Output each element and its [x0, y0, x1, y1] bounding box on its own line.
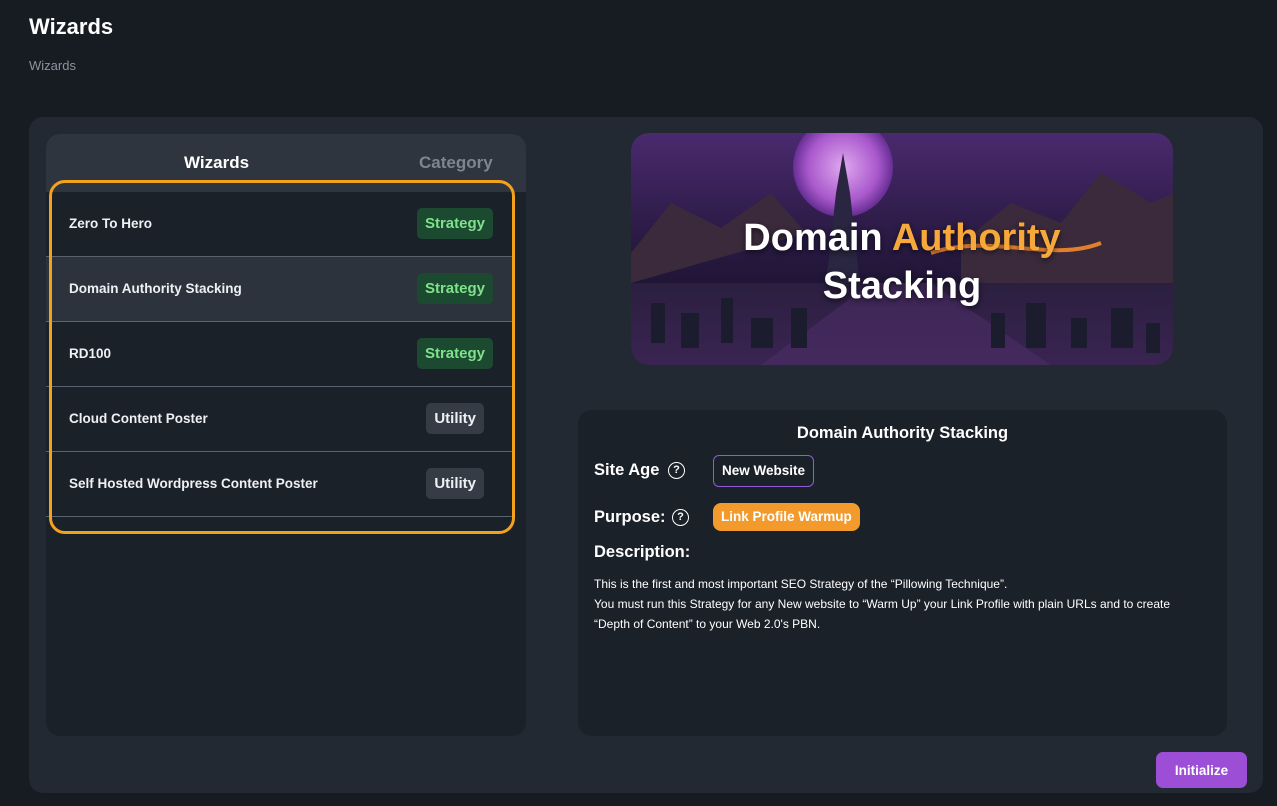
description-label: Description: — [594, 543, 691, 561]
banner-title-accent: Authority — [891, 217, 1061, 259]
wizard-name: Domain Authority Stacking — [69, 281, 242, 296]
wizard-row-self-hosted-wordpress-content-poster[interactable]: Self Hosted Wordpress Content Poster Uti… — [46, 452, 514, 517]
category-badge-utility: Utility — [426, 403, 484, 434]
category-badge-strategy: Strategy — [416, 208, 493, 239]
category-badge-utility: Utility — [426, 468, 484, 499]
wizard-name: Cloud Content Poster — [69, 411, 208, 426]
column-header-category[interactable]: Category — [419, 153, 493, 173]
wizard-row-rd100[interactable]: RD100 Strategy — [46, 322, 514, 387]
wizard-name: Self Hosted Wordpress Content Poster — [69, 476, 318, 491]
category-badge-strategy: Strategy — [416, 273, 493, 304]
description-line: This is the first and most important SEO… — [594, 577, 1008, 591]
description-line: “Depth of Content” to your Web 2.0's PBN… — [594, 617, 821, 631]
description-line: You must run this Strategy for any New w… — [594, 597, 1171, 611]
wizard-detail-card: Domain Authority Stacking Site Age ? New… — [578, 410, 1227, 736]
detail-title: Domain Authority Stacking — [796, 424, 1009, 442]
purpose-value-badge: Link Profile Warmup — [713, 503, 860, 531]
description-text: This is the first and most important SEO… — [594, 574, 1214, 634]
site-age-label: Site Age — [594, 461, 660, 479]
wizard-name: Zero To Hero — [69, 216, 153, 231]
page-title: Wizards — [29, 14, 114, 39]
wizard-list-header: Wizards Category — [46, 134, 526, 192]
banner-title-line2: Stacking — [822, 265, 982, 307]
breadcrumb[interactable]: Wizards — [29, 58, 76, 73]
banner-title-line1: Domain Authority — [631, 217, 1173, 260]
banner-title-prefix: Domain — [743, 217, 883, 259]
category-badge-strategy: Strategy — [416, 338, 493, 369]
wizard-banner-image: Domain Authority Stacking — [631, 133, 1173, 365]
wizard-row-cloud-content-poster[interactable]: Cloud Content Poster Utility — [46, 387, 514, 452]
purpose-help-icon[interactable]: ? — [672, 509, 689, 526]
site-age-help-icon[interactable]: ? — [668, 462, 685, 479]
column-header-wizards[interactable]: Wizards — [184, 153, 249, 173]
wizard-row-domain-authority-stacking[interactable]: Domain Authority Stacking Strategy — [46, 257, 514, 322]
initialize-button[interactable]: Initialize — [1156, 752, 1247, 788]
wizard-row-zero-to-hero[interactable]: Zero To Hero Strategy — [46, 192, 514, 257]
wizard-list-panel: Wizards Category Zero To Hero Strategy D… — [46, 134, 526, 736]
wizard-name: RD100 — [69, 346, 112, 361]
purpose-label: Purpose: — [594, 508, 666, 526]
site-age-value-badge: New Website — [713, 455, 815, 487]
